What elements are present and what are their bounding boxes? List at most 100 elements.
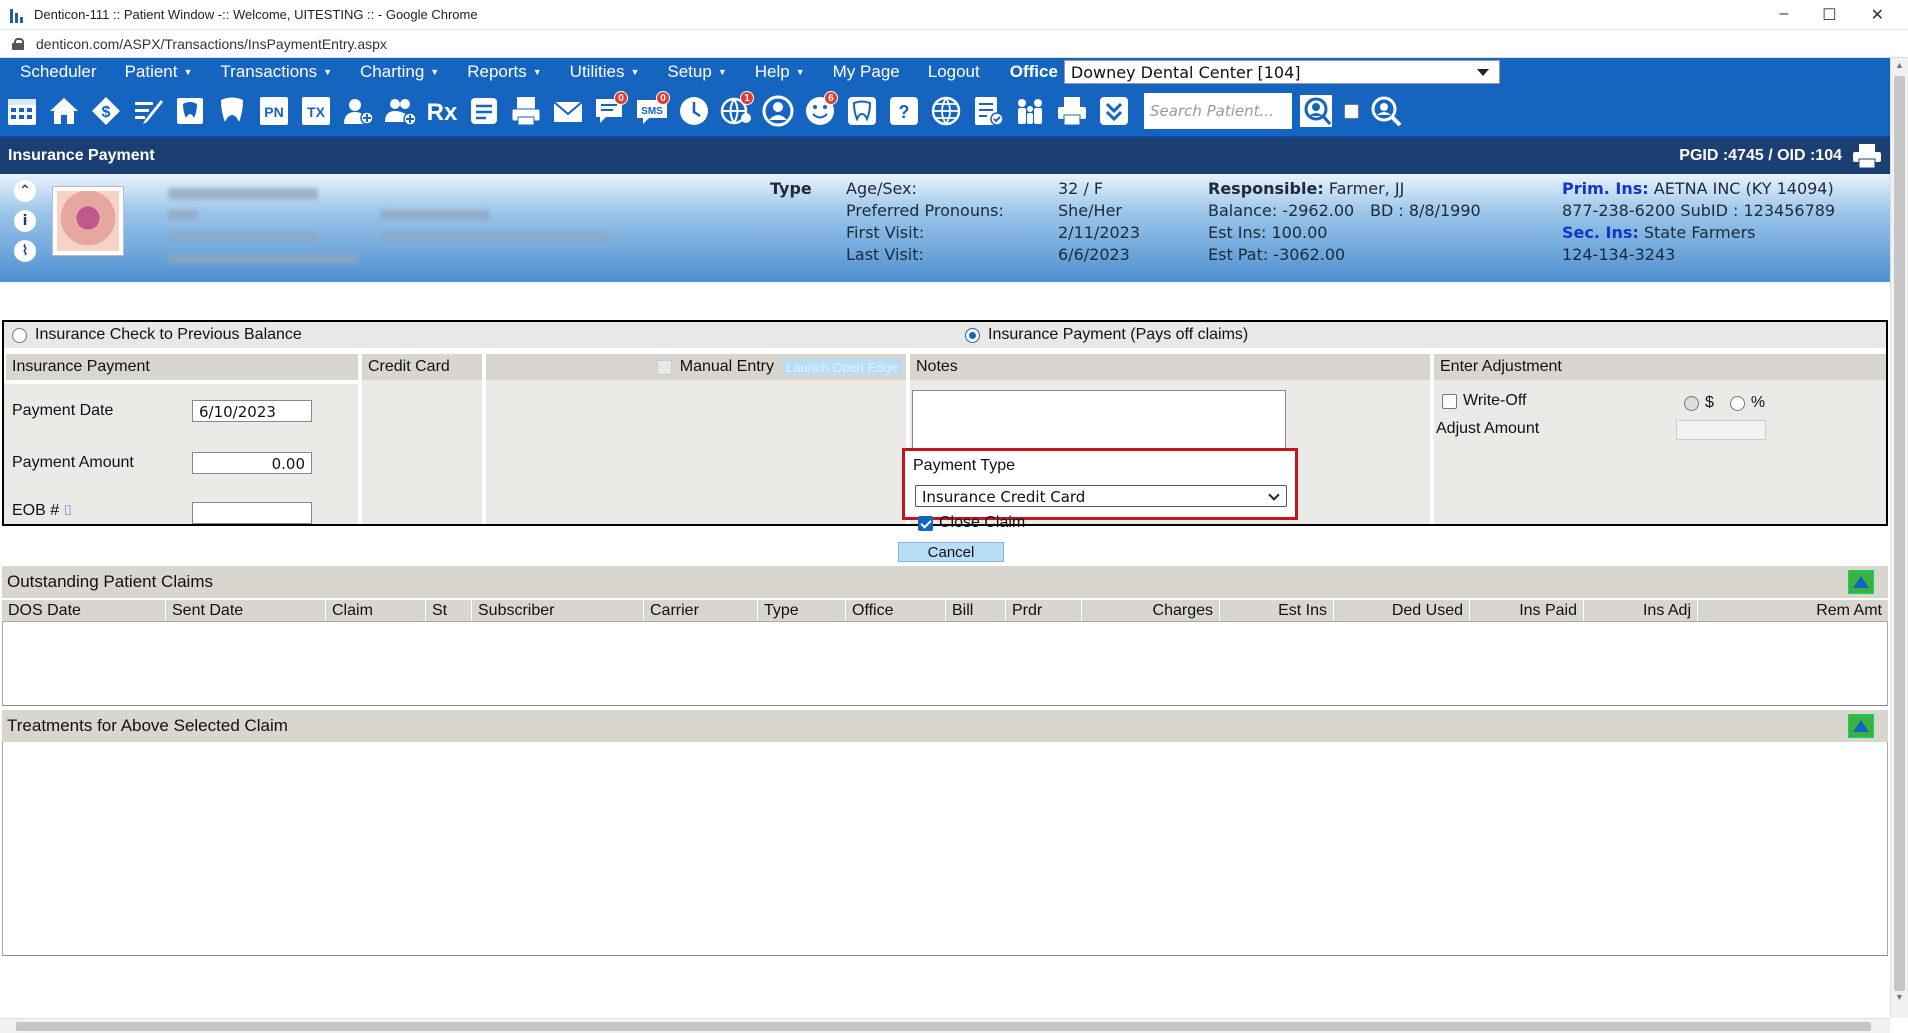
manual-entry-checkbox[interactable] <box>656 359 672 375</box>
option-previous-balance[interactable]: Insurance Check to Previous Balance <box>4 322 957 348</box>
sms-icon[interactable]: SMS 0 <box>634 91 670 131</box>
close-claim[interactable]: Close Claim <box>918 514 1025 532</box>
col-st[interactable]: St <box>426 600 472 621</box>
col-ins-paid[interactable]: Ins Paid <box>1470 600 1584 621</box>
payment-amount-input[interactable]: 0.00 <box>192 452 312 474</box>
home-icon[interactable] <box>46 91 82 131</box>
tooth-icon[interactable] <box>214 91 250 131</box>
world-icon[interactable] <box>928 91 964 131</box>
tooth-chart-icon[interactable] <box>172 91 208 131</box>
payment-type-highlight: Payment Type Insurance Credit Card <box>902 448 1298 520</box>
minimize-button[interactable]: – <box>1779 5 1788 25</box>
menu-help[interactable]: Help ▼ <box>743 62 821 82</box>
scroll-up-icon[interactable] <box>1848 570 1874 594</box>
download-icon[interactable] <box>1096 91 1132 131</box>
add-family-icon[interactable] <box>382 91 418 131</box>
tooth-outline-icon[interactable] <box>844 91 880 131</box>
support-icon[interactable] <box>760 91 796 131</box>
info-icon[interactable]: i <box>14 210 36 232</box>
col-carrier[interactable]: Carrier <box>644 600 758 621</box>
option-pays-claims[interactable]: Insurance Payment (Pays off claims) <box>957 322 1248 348</box>
search-toggle-checkbox[interactable] <box>1340 91 1362 131</box>
menu-reports[interactable]: Reports ▼ <box>455 62 557 82</box>
col-sent-date[interactable]: Sent Date <box>166 600 326 621</box>
paperclip-icon[interactable]: ⌇ <box>14 240 36 262</box>
vertical-scrollbar[interactable]: ▲ ▼ <box>1890 58 1908 1018</box>
col-prdr[interactable]: Prdr <box>1006 600 1082 621</box>
add-patient-icon[interactable] <box>340 91 376 131</box>
url-text[interactable]: denticon.com/ASPX/Transactions/InsPaymen… <box>36 36 387 52</box>
col-charges[interactable]: Charges <box>1082 600 1220 621</box>
notes-icon[interactable] <box>466 91 502 131</box>
office-select[interactable]: Downey Dental Center [104] <box>1063 60 1500 84</box>
scroll-down-arrow-icon[interactable]: ▼ <box>1895 992 1904 1002</box>
notes-textarea[interactable] <box>912 390 1286 450</box>
collapse-icon[interactable]: ⌃ <box>14 180 36 202</box>
clock-icon[interactable] <box>676 91 712 131</box>
menu-charting[interactable]: Charting ▼ <box>348 62 455 82</box>
printer-icon[interactable] <box>1852 143 1882 169</box>
checklist-icon[interactable] <box>970 91 1006 131</box>
adjust-amount-input[interactable] <box>1676 420 1766 440</box>
cancel-button[interactable]: Cancel <box>898 542 1004 562</box>
family-icon[interactable] <box>1012 91 1048 131</box>
col-est-ins[interactable]: Est Ins <box>1220 600 1334 621</box>
radio-dollar[interactable] <box>1684 395 1699 411</box>
write-off-checkbox[interactable] <box>1442 393 1457 409</box>
horizontal-scrollbar[interactable] <box>0 1018 1890 1033</box>
patient-search-input[interactable]: Search Patient... <box>1144 93 1292 129</box>
payment-type-label: Payment Type <box>913 457 1015 474</box>
pen-edit-icon[interactable] <box>130 91 166 131</box>
col-ded-used[interactable]: Ded Used <box>1334 600 1470 621</box>
menu-logout[interactable]: Logout <box>916 62 996 82</box>
eob-input[interactable] <box>192 502 312 524</box>
message-icon[interactable]: 0 <box>592 91 628 131</box>
radio-pays-claims[interactable] <box>965 327 980 343</box>
secondary-insurance[interactable]: Sec. Ins: State Farmers <box>1562 222 1756 244</box>
menu-utilities[interactable]: Utilities ▼ <box>558 62 656 82</box>
radio-percent[interactable] <box>1729 395 1745 411</box>
pn-icon[interactable]: PN <box>256 91 292 131</box>
menu-my-page[interactable]: My Page <box>821 62 916 82</box>
print-doc-icon[interactable] <box>508 91 544 131</box>
write-off[interactable]: Write-Off <box>1442 392 1526 410</box>
maximize-button[interactable]: ☐ <box>1822 5 1836 25</box>
tooth-question-icon[interactable]: ? <box>886 91 922 131</box>
paperclip-icon[interactable]: ⌷ <box>64 502 72 518</box>
address-bar[interactable]: denticon.com/ASPX/Transactions/InsPaymen… <box>0 30 1908 58</box>
close-button[interactable]: ✕ <box>1871 5 1884 25</box>
radio-previous-balance[interactable] <box>12 327 27 343</box>
payment-date-input[interactable]: 6/10/2023 <box>192 400 312 422</box>
menu-scheduler[interactable]: Scheduler <box>8 62 113 82</box>
col-office[interactable]: Office <box>846 600 946 621</box>
col-bill[interactable]: Bill <box>946 600 1006 621</box>
primary-insurance[interactable]: Prim. Ins: AETNA INC (KY 14094) <box>1562 178 1834 200</box>
responsible-party[interactable]: Responsible: Farmer, JJ <box>1208 178 1404 200</box>
payment-type-select[interactable]: Insurance Credit Card <box>915 485 1287 507</box>
smile-icon[interactable]: 6 <box>802 91 838 131</box>
scroll-up-icon[interactable] <box>1848 714 1874 738</box>
col-subscriber[interactable]: Subscriber <box>472 600 644 621</box>
dollar-arrows-icon[interactable]: $ <box>88 91 124 131</box>
launch-open-edge-button[interactable]: Launch Open Edge <box>782 359 902 375</box>
menu-patient[interactable]: Patient ▼ <box>113 62 209 82</box>
rx-icon[interactable]: Rx <box>424 91 460 131</box>
col-type[interactable]: Type <box>758 600 846 621</box>
col-dos-date[interactable]: DOS Date <box>2 600 166 621</box>
patient-photo[interactable] <box>52 186 124 256</box>
col-rem-amt[interactable]: Rem Amt <box>1698 600 1888 621</box>
advanced-search-icon[interactable] <box>1368 91 1404 131</box>
main-menu: Scheduler Patient ▼ Transactions ▼ Chartin… <box>0 58 1890 86</box>
globe-user-icon[interactable]: 1 <box>718 91 754 131</box>
calendar-icon[interactable] <box>4 91 40 131</box>
mail-icon[interactable] <box>550 91 586 131</box>
menu-transactions[interactable]: Transactions ▼ <box>208 62 348 82</box>
printer-icon[interactable] <box>1054 91 1090 131</box>
scroll-up-arrow-icon[interactable]: ▲ <box>1895 60 1904 70</box>
tx-icon[interactable]: TX <box>298 91 334 131</box>
patient-search-icon[interactable] <box>1298 91 1334 131</box>
col-ins-adj[interactable]: Ins Adj <box>1584 600 1698 621</box>
close-claim-checkbox[interactable] <box>918 515 933 531</box>
col-claim[interactable]: Claim <box>326 600 426 621</box>
menu-setup[interactable]: Setup ▼ <box>655 62 742 82</box>
